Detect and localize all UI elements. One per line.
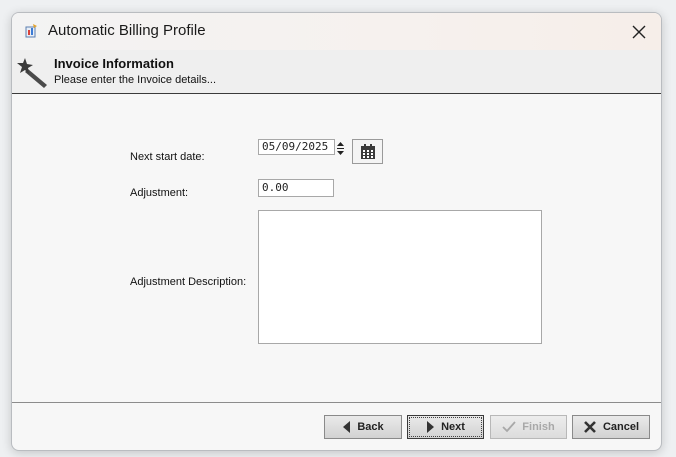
window-title: Automatic Billing Profile [48,22,206,39]
calendar-icon [360,143,375,159]
date-spinner[interactable] [336,141,345,156]
cancel-x-icon [584,421,596,433]
next-start-date-input[interactable]: 05/09/2025 [258,139,335,155]
calendar-button[interactable] [352,139,383,164]
back-button[interactable]: Back [324,415,402,439]
next-button-label: Next [441,421,465,433]
header-subtitle: Please enter the Invoice details... [54,74,217,86]
back-button-label: Back [357,421,384,433]
title-bar[interactable]: Automatic Billing Profile [12,13,661,50]
next-arrow-icon [427,421,435,433]
close-button[interactable] [617,13,661,50]
adjustment-description-label: Adjustment Description: [130,276,247,288]
finish-button[interactable]: Finish [490,415,567,439]
adjustment-label: Adjustment: [130,187,189,199]
adjustment-description-textarea[interactable] [258,210,542,344]
wizard-header: Invoice Information Please enter the Inv… [12,50,661,94]
adjustment-input[interactable]: 0.00 [258,179,334,197]
next-start-date-label: Next start date: [130,151,205,163]
magic-wand-icon [17,58,47,88]
close-icon [632,25,646,38]
cancel-button[interactable]: Cancel [572,415,650,439]
dialog-window: Automatic Billing Profile Invoice Inform… [11,12,662,451]
checkmark-icon [502,421,516,433]
next-button[interactable]: Next [407,415,484,439]
footer-divider [12,402,661,403]
back-arrow-icon [343,421,351,433]
finish-button-label: Finish [522,421,555,433]
header-title: Invoice Information [54,56,174,71]
billing-app-icon [25,24,37,38]
cancel-button-label: Cancel [602,421,640,433]
